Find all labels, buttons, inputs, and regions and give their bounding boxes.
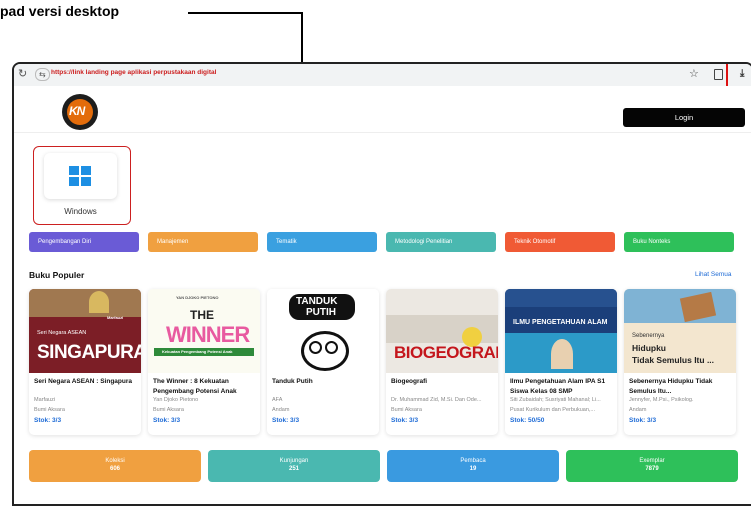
book-card[interactable]: TANDUK PUTIH Tanduk Putih AFA Andam Stok…: [267, 289, 379, 435]
book-card[interactable]: YAN DJOKO PIETONO THE WINNER Kekuatan Pe…: [148, 289, 260, 435]
cover-eye-right: [325, 341, 338, 354]
windows-download-card[interactable]: [44, 153, 117, 199]
book-stock: Stok: 50/50: [510, 417, 545, 424]
book-title: Biogeografi: [391, 378, 428, 385]
stat-value: 7879: [645, 466, 659, 472]
cover-sub-text: Kekuatan Pengembang Potensi Anak: [162, 349, 233, 354]
book-title: The Winner : 8 Kekuatan Pengembang Poten…: [153, 378, 237, 395]
cover-header: [505, 289, 617, 307]
cover-photo-strip: [29, 289, 141, 317]
book-card[interactable]: Sebenernya Hidupku Tidak Semulus Itu ...…: [624, 289, 736, 435]
section-title-popular: Buku Populer: [29, 270, 85, 280]
cover-line-2: Hidupku: [632, 343, 666, 353]
book-card[interactable]: Marfauzi Seri Negara ASEAN SINGAPURA Ser…: [29, 289, 141, 435]
cover-band-text: ILMU PENGETAHUAN ALAM: [513, 319, 608, 326]
book-stock: Stok: 3/3: [629, 417, 657, 424]
windows-label: Windows: [64, 207, 97, 216]
reload-icon[interactable]: ↻: [18, 67, 27, 80]
book-stock: Stok: 3/3: [272, 417, 300, 424]
book-title: Seri Negara ASEAN : Singapura: [34, 378, 133, 385]
book-publisher: Pusat Kurikulum dan Perbukuan,...: [510, 407, 595, 413]
category-metodologi-penelitian[interactable]: Metodologi Penelitian: [386, 232, 496, 252]
category-manajemen[interactable]: Manajemen: [148, 232, 258, 252]
book-publisher: Bumi Aksara: [391, 407, 422, 413]
bookmark-star-icon[interactable]: ☆: [689, 67, 699, 80]
stats-row: Koleksi 606 Kunjungan 251 Pembaca 19 Exe…: [29, 450, 751, 484]
book-cover: TANDUK PUTIH: [267, 289, 379, 373]
login-button[interactable]: Login: [623, 108, 745, 127]
book-author: Siti Zubaidah; Susriyati Mahanal; Li...: [510, 397, 601, 403]
address-bar-url[interactable]: https://link landing page aplikasi perpu…: [51, 69, 216, 76]
cover-big-text: WINNER: [166, 322, 250, 347]
stat-label: Exemplar: [639, 458, 665, 464]
cover-big-text: BIOGEOGRAFI: [394, 343, 498, 362]
site-settings-icon[interactable]: ⇆: [35, 68, 50, 81]
book-author: Marfauzi: [34, 397, 56, 403]
book-cover: YAN DJOKO PIETONO THE WINNER Kekuatan Pe…: [148, 289, 260, 373]
book-publisher: Bumi Aksara: [153, 407, 184, 413]
cover-small-text: Seri Negara ASEAN: [37, 330, 87, 336]
cover-figure: [551, 339, 573, 369]
book-author: AFA: [272, 397, 283, 403]
cover-line-3: Tidak Semulus Itu ...: [632, 355, 715, 365]
book-title: Sebenernya Hidupku Tidak Semulus Itu...: [629, 378, 713, 395]
windows-icon: [69, 166, 91, 186]
stat-exemplar: Exemplar 7879: [566, 450, 738, 482]
annotation-label: pad versi desktop: [0, 3, 120, 19]
book-stock: Stok: 3/3: [34, 417, 62, 424]
download-icon[interactable]: ⤓: [740, 68, 744, 79]
book-cover: BIOGEOGRAFI: [386, 289, 498, 373]
cover-eye-left: [309, 341, 322, 354]
stat-koleksi: Koleksi 606: [29, 450, 201, 482]
stat-value: 606: [109, 466, 120, 472]
book-author: Dr. Muhammad Zid, M.Si. Dan Ode...: [391, 397, 482, 403]
cover-line-2: PUTIH: [306, 307, 336, 318]
stat-label: Kunjungan: [279, 458, 309, 464]
book-card[interactable]: BIOGEOGRAFI Biogeografi Dr. Muhammad Zid…: [386, 289, 498, 435]
site-navbar: KN Login: [14, 86, 751, 133]
book-stock: Stok: 3/3: [153, 417, 181, 424]
stat-value: 251: [288, 466, 299, 472]
cover-big-text: SINGAPURA: [37, 342, 141, 363]
stat-kunjungan: Kunjungan 251: [208, 450, 380, 482]
page-icon[interactable]: [714, 69, 723, 80]
category-teknik-otomotif[interactable]: Teknik Otomotif: [505, 232, 615, 252]
cover-tag: Marfauzi: [107, 315, 124, 320]
stat-pembaca: Pembaca 19: [387, 450, 559, 482]
logo-text: KN: [69, 104, 85, 118]
site-logo[interactable]: KN: [62, 94, 98, 130]
book-author: Yan Djoko Pietono: [153, 397, 199, 403]
browser-toolbar: ↻ ⇆ https://link landing page aplikasi p…: [14, 64, 751, 94]
category-pengembangan-diri[interactable]: Pengembangan Diri: [29, 232, 139, 252]
cover-top-text: YAN DJOKO PIETONO: [176, 295, 219, 300]
popular-books-row: Marfauzi Seri Negara ASEAN SINGAPURA Ser…: [29, 289, 751, 437]
book-cover: Marfauzi Seri Negara ASEAN SINGAPURA: [29, 289, 141, 373]
cover-the-text: THE: [190, 308, 214, 322]
book-card[interactable]: ILMU PENGETAHUAN ALAM Ilmu Pengetahuan A…: [505, 289, 617, 435]
stat-label: Pembaca: [460, 458, 486, 464]
book-cover: Sebenernya Hidupku Tidak Semulus Itu ...: [624, 289, 736, 373]
stat-value: 19: [469, 466, 477, 472]
browser-window: ↻ ⇆ https://link landing page aplikasi p…: [12, 62, 751, 506]
cover-line-1: TANDUK: [296, 296, 338, 307]
category-bar: Pengembangan Diri Manajemen Tematik Meto…: [29, 232, 751, 252]
book-cover: ILMU PENGETAHUAN ALAM: [505, 289, 617, 373]
stat-label: Koleksi: [105, 458, 125, 464]
annotation-connector: [188, 12, 302, 14]
book-publisher: Andam: [629, 407, 647, 413]
cover-sky: [624, 289, 736, 323]
cover-face: [301, 331, 349, 371]
book-title: Ilmu Pengetahuan Alam IPA S1 Siswa Kelas…: [510, 378, 606, 395]
category-buku-nonteks[interactable]: Buku Nonteks: [624, 232, 734, 252]
see-all-link[interactable]: Lihat Semua: [695, 271, 732, 278]
book-author: Jennyfer, M.Psi., Psikolog.: [629, 397, 694, 403]
book-title: Tanduk Putih: [272, 378, 313, 385]
cover-line-1: Sebenernya: [632, 333, 665, 339]
cover-dome: [89, 291, 109, 313]
category-tematik[interactable]: Tematik: [267, 232, 377, 252]
book-stock: Stok: 3/3: [391, 417, 419, 424]
book-publisher: Bumi Aksara: [34, 407, 65, 413]
book-publisher: Andam: [272, 407, 290, 413]
